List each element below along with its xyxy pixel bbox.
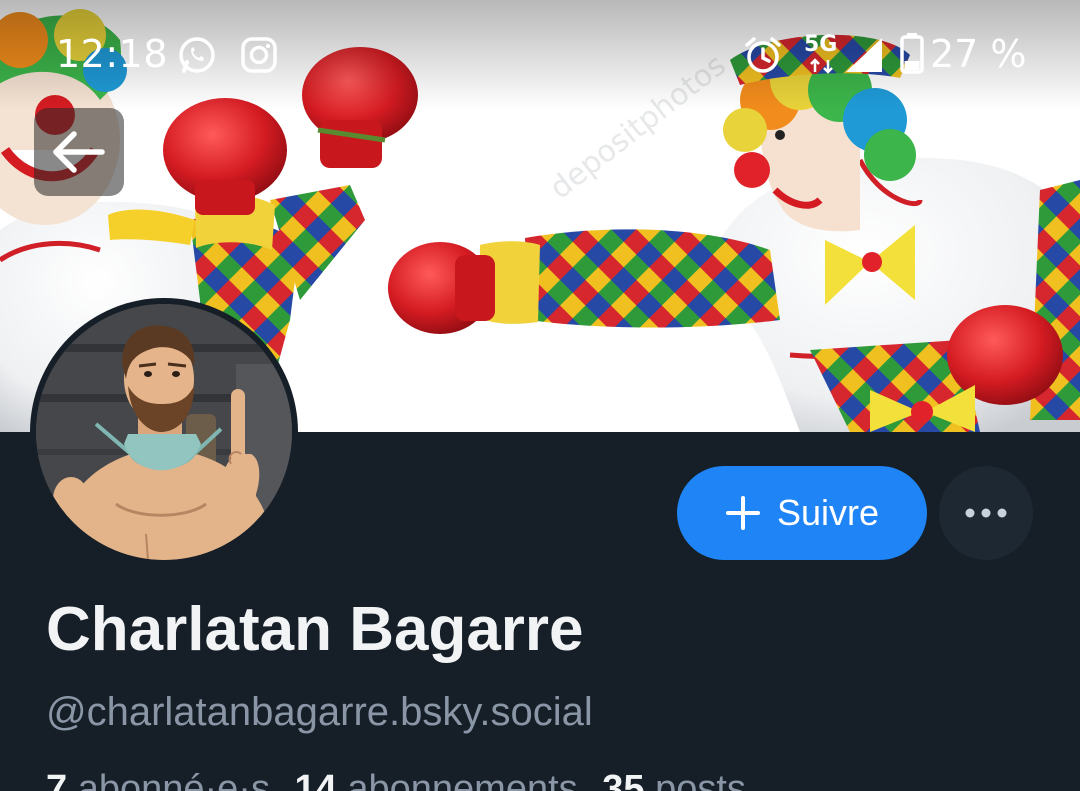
following-count[interactable]: 14	[295, 768, 337, 791]
network-type-icon: 5G	[800, 32, 844, 76]
following-label[interactable]: abonnements	[347, 768, 577, 791]
profile-screen: depositphotos 12:18 5G 27 % Suivre Charl…	[0, 0, 1080, 791]
status-bar: 12:18 5G 27 %	[0, 0, 1080, 110]
profile-handle: @charlatanbagarre.bsky.social	[46, 690, 593, 734]
posts-label: posts	[655, 768, 746, 791]
battery-icon	[900, 33, 924, 74]
posts-count: 35	[602, 768, 645, 791]
status-time: 12:18	[56, 32, 169, 76]
whatsapp-icon	[179, 37, 215, 73]
avatar[interactable]	[30, 298, 298, 566]
profile-stats: 7 abonné·e·s 14 abonnements 35 posts	[46, 768, 760, 791]
follow-button[interactable]: Suivre	[677, 466, 927, 560]
followers-label[interactable]: abonné·e·s	[78, 768, 270, 791]
instagram-icon	[241, 37, 277, 73]
more-options-button[interactable]	[939, 466, 1033, 560]
arrow-left-icon	[53, 131, 105, 173]
alarm-icon	[745, 37, 781, 73]
signal-icon	[846, 38, 882, 72]
battery-percentage: 27 %	[930, 32, 1027, 76]
back-button[interactable]	[34, 108, 124, 196]
plus-icon	[725, 496, 760, 530]
follow-button-label: Suivre	[776, 492, 880, 533]
profile-display-name: Charlatan Bagarre	[46, 595, 584, 664]
ellipsis-icon	[965, 508, 1007, 518]
followers-count[interactable]: 7	[46, 768, 67, 791]
network-type-label: 5G	[804, 32, 838, 57]
avatar-image	[36, 304, 292, 560]
